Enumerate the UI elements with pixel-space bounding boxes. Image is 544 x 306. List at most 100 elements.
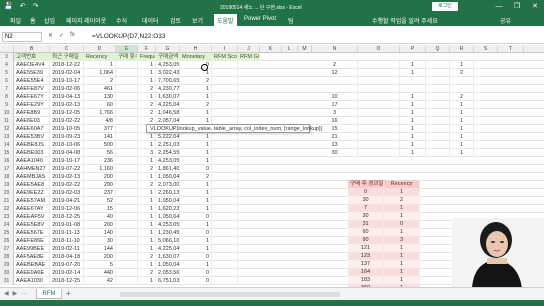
table-cell[interactable]: 2019-02-04: [50, 69, 84, 77]
table-cell[interactable]: 1: [84, 61, 116, 69]
panel-cell[interactable]: [358, 101, 400, 109]
table-cell[interactable]: 290: [84, 181, 116, 189]
table-cell[interactable]: 1,230,450: [156, 229, 180, 237]
table-cell[interactable]: [212, 101, 238, 109]
panel-cell[interactable]: 1: [450, 141, 474, 149]
table-cell[interactable]: 1: [138, 229, 156, 237]
panel-cell[interactable]: [358, 149, 400, 157]
table-cell[interactable]: 2: [138, 109, 156, 117]
table-cell[interactable]: 1: [138, 221, 156, 229]
undo-icon[interactable]: ↶: [20, 3, 26, 11]
table-cell[interactable]: AAEE567E: [14, 229, 50, 237]
row-header[interactable]: 16: [0, 157, 14, 165]
table-cell[interactable]: AAEE53BV: [14, 133, 50, 141]
table-cell[interactable]: AAE99BEE: [14, 245, 50, 253]
table-cell[interactable]: 200: [84, 173, 116, 181]
table-cell[interactable]: AAEA1030: [14, 277, 50, 285]
table-cell[interactable]: [212, 181, 238, 189]
panel-cell[interactable]: [358, 117, 400, 125]
table-cell[interactable]: 1: [138, 245, 156, 253]
row-header[interactable]: 15: [0, 149, 14, 157]
panel-cell[interactable]: [358, 85, 400, 93]
panel-cell[interactable]: 1: [450, 149, 474, 157]
table-cell[interactable]: 1: [180, 93, 212, 101]
table-cell[interactable]: AAHMEN27: [14, 165, 50, 173]
row-header[interactable]: 25: [0, 229, 14, 237]
ribbon-tab-0[interactable]: 파일: [10, 16, 21, 25]
row-header[interactable]: 31: [0, 277, 14, 285]
row-header[interactable]: 9: [0, 101, 14, 109]
table-cell[interactable]: AAEEAF5V: [14, 213, 50, 221]
table-cell[interactable]: AAEE5AE8: [14, 181, 50, 189]
table-cell[interactable]: 4,253,057: [156, 221, 180, 229]
table-cell[interactable]: [116, 189, 138, 197]
column-header-S[interactable]: S: [474, 45, 498, 53]
table-cell[interactable]: 2,254,550: [156, 149, 180, 157]
table-cell[interactable]: [212, 61, 238, 69]
panel-cell[interactable]: [450, 85, 474, 93]
panel-cell[interactable]: [426, 69, 450, 77]
close-icon[interactable]: ✕: [526, 0, 544, 14]
table-cell[interactable]: 2019-02-14: [50, 269, 84, 277]
table-cell[interactable]: 2018-11-10: [50, 237, 84, 245]
column-header-R[interactable]: R: [450, 45, 474, 53]
table-cell[interactable]: 2019-07-20: [50, 261, 84, 269]
table-cell[interactable]: [212, 277, 238, 285]
column-header-J[interactable]: J: [238, 45, 260, 53]
lookup-header-cell[interactable]: Recency: [384, 180, 420, 188]
panel-cell[interactable]: [358, 69, 400, 77]
table-cell[interactable]: 1: [180, 141, 212, 149]
column-header-C[interactable]: C: [50, 45, 84, 53]
lookup-cell[interactable]: 1: [384, 204, 420, 212]
minimize-icon[interactable]: —: [490, 0, 508, 14]
column-header-M[interactable]: M: [298, 45, 312, 53]
table-cell[interactable]: 2: [138, 101, 156, 109]
table-cell[interactable]: [116, 253, 138, 261]
lookup-cell[interactable]: 1: [384, 260, 420, 268]
table-cell[interactable]: [116, 101, 138, 109]
table-cell[interactable]: [116, 269, 138, 277]
table-cell[interactable]: [212, 165, 238, 173]
lookup-cell[interactable]: 31: [348, 220, 384, 228]
table-cell[interactable]: 4,253,057: [156, 157, 180, 165]
row-header[interactable]: 17: [0, 165, 14, 173]
table-cell[interactable]: 140: [84, 229, 116, 237]
panel-cell[interactable]: [358, 109, 400, 117]
table-cell[interactable]: [116, 173, 138, 181]
row-header[interactable]: 26: [0, 237, 14, 245]
header-cell[interactable]: Monetary: [180, 53, 212, 61]
table-cell[interactable]: 0: [180, 269, 212, 277]
table-cell[interactable]: 2019-02-22: [50, 117, 84, 125]
column-header-D[interactable]: D: [84, 45, 116, 53]
table-cell[interactable]: 1: [180, 237, 212, 245]
panel-cell[interactable]: [400, 85, 426, 93]
column-header-Q[interactable]: Q: [426, 45, 450, 53]
lookup-cell[interactable]: 121: [348, 244, 384, 252]
table-cell[interactable]: 2019-10-17: [50, 157, 84, 165]
table-cell[interactable]: AAEE67AY: [14, 205, 50, 213]
row-header[interactable]: 21: [0, 197, 14, 205]
table-cell[interactable]: 2018-04-18: [50, 253, 84, 261]
panel-cell[interactable]: 12: [312, 69, 358, 77]
lookup-cell[interactable]: 1: [384, 244, 420, 252]
table-cell[interactable]: 2: [138, 181, 156, 189]
panel-cell[interactable]: [358, 93, 400, 101]
table-cell[interactable]: [116, 205, 138, 213]
table-cell[interactable]: AAEBE8JS: [14, 141, 50, 149]
table-cell[interactable]: 4,230,773: [156, 85, 180, 93]
panel-cell[interactable]: [312, 77, 358, 85]
column-header-K[interactable]: K: [260, 45, 282, 53]
lookup-header-cell[interactable]: 구매 후 경과일: [348, 180, 384, 188]
table-cell[interactable]: 40: [84, 213, 116, 221]
column-header-F[interactable]: F: [138, 45, 156, 53]
restore-icon[interactable]: ❐: [508, 0, 526, 14]
table-cell[interactable]: 237: [84, 189, 116, 197]
table-cell[interactable]: 2: [138, 269, 156, 277]
table-cell[interactable]: 1: [138, 205, 156, 213]
table-cell[interactable]: [212, 141, 238, 149]
table-cell[interactable]: [116, 221, 138, 229]
table-cell[interactable]: 1,620,230: [156, 205, 180, 213]
lookup-cell[interactable]: 0: [348, 188, 384, 196]
table-cell[interactable]: AAEOE4V4: [14, 61, 50, 69]
table-cell[interactable]: 1: [138, 173, 156, 181]
